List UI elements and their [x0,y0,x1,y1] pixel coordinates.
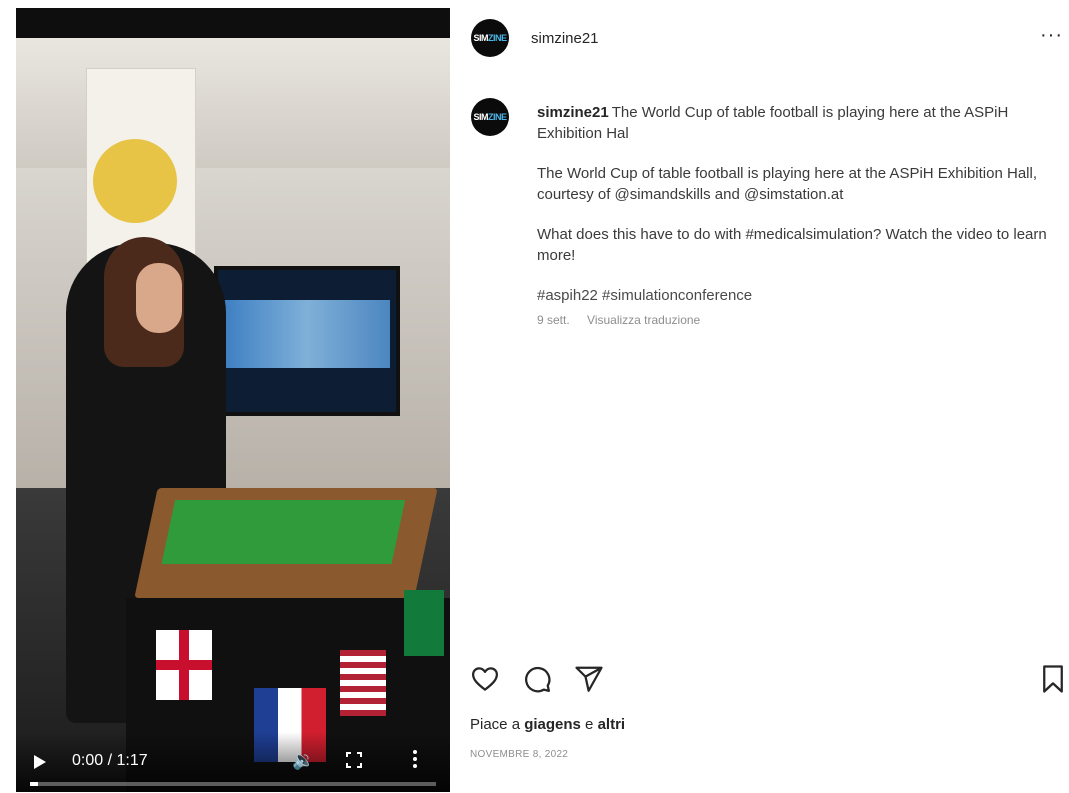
post-actions [470,664,1069,696]
share-icon[interactable] [574,664,604,694]
post-date: NOVEMBRE 8, 2022 [470,749,569,760]
likes-text: Piace a giagens e altri [470,716,626,733]
post-caption: simzine21 The World Cup of table football… [537,102,1047,331]
bookmark-icon[interactable] [1040,664,1066,694]
likes-others-link[interactable]: altri [598,716,626,733]
caption-paragraph-2: The World Cup of table football is playi… [537,165,1037,203]
liker-username[interactable]: giagens [524,716,581,733]
england-flag [156,630,212,700]
video-frame [16,8,450,792]
video-time: 0:00 / 1:17 [72,752,148,769]
usa-flag [340,650,386,716]
green-flag [404,590,444,656]
caption-paragraph-3: What does this have to do with #medicals… [537,226,1047,264]
caption-time-ago: 9 sett. [537,313,570,327]
avatar[interactable]: SIMZINE [471,19,509,57]
caption-username[interactable]: simzine21 [537,104,609,121]
video-more-icon[interactable] [412,750,418,770]
video-player[interactable]: 0:00 / 1:17 🔉 [16,8,450,792]
caption-avatar[interactable]: SIMZINE [471,98,509,136]
fullscreen-icon[interactable] [346,752,362,768]
comment-icon[interactable] [522,664,552,694]
foosball-table [134,488,438,598]
volume-icon[interactable]: 🔉 [292,750,314,771]
caption-hashtags[interactable]: #aspih22 #simulationconference [537,285,1047,306]
caption-meta: 9 sett. Visualizza traduzione [537,310,1047,331]
video-progress-bar[interactable] [30,782,436,786]
more-options-icon[interactable]: ··· [1040,25,1063,45]
tv-monitor [214,266,400,416]
heart-icon[interactable] [470,664,500,694]
translate-link[interactable]: Visualizza traduzione [587,313,700,327]
video-controls: 0:00 / 1:17 🔉 [16,732,450,792]
post-author-username[interactable]: simzine21 [531,30,599,47]
play-icon[interactable] [34,755,46,769]
video-progress-fill [30,782,39,786]
